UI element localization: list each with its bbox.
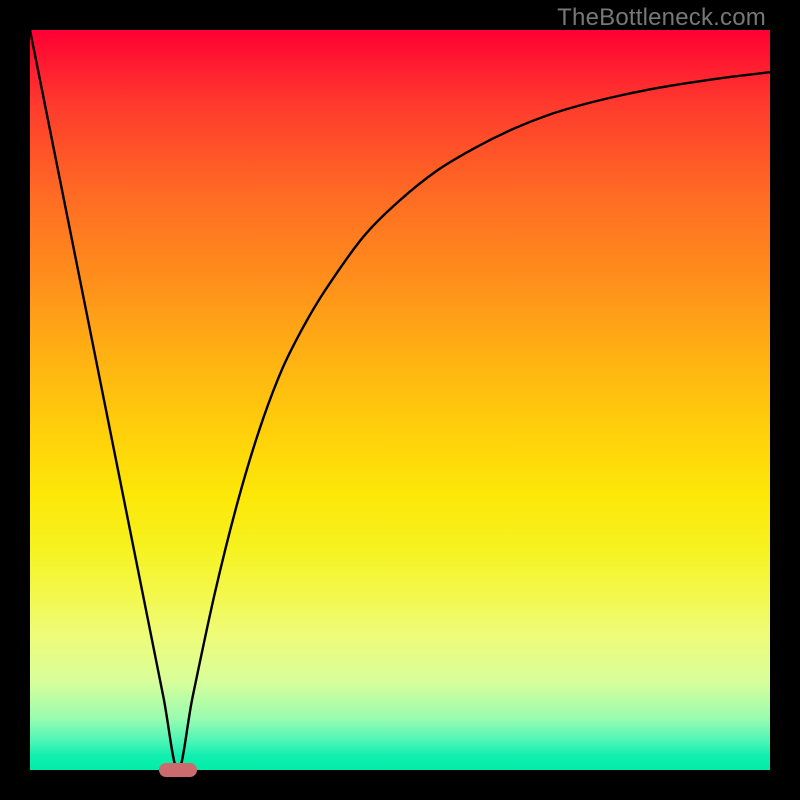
- minimum-marker: [159, 763, 197, 777]
- watermark-text: TheBottleneck.com: [557, 4, 766, 32]
- chart-frame: TheBottleneck.com: [0, 0, 800, 800]
- bottleneck-curve: [30, 30, 770, 770]
- plot-area: [30, 30, 770, 770]
